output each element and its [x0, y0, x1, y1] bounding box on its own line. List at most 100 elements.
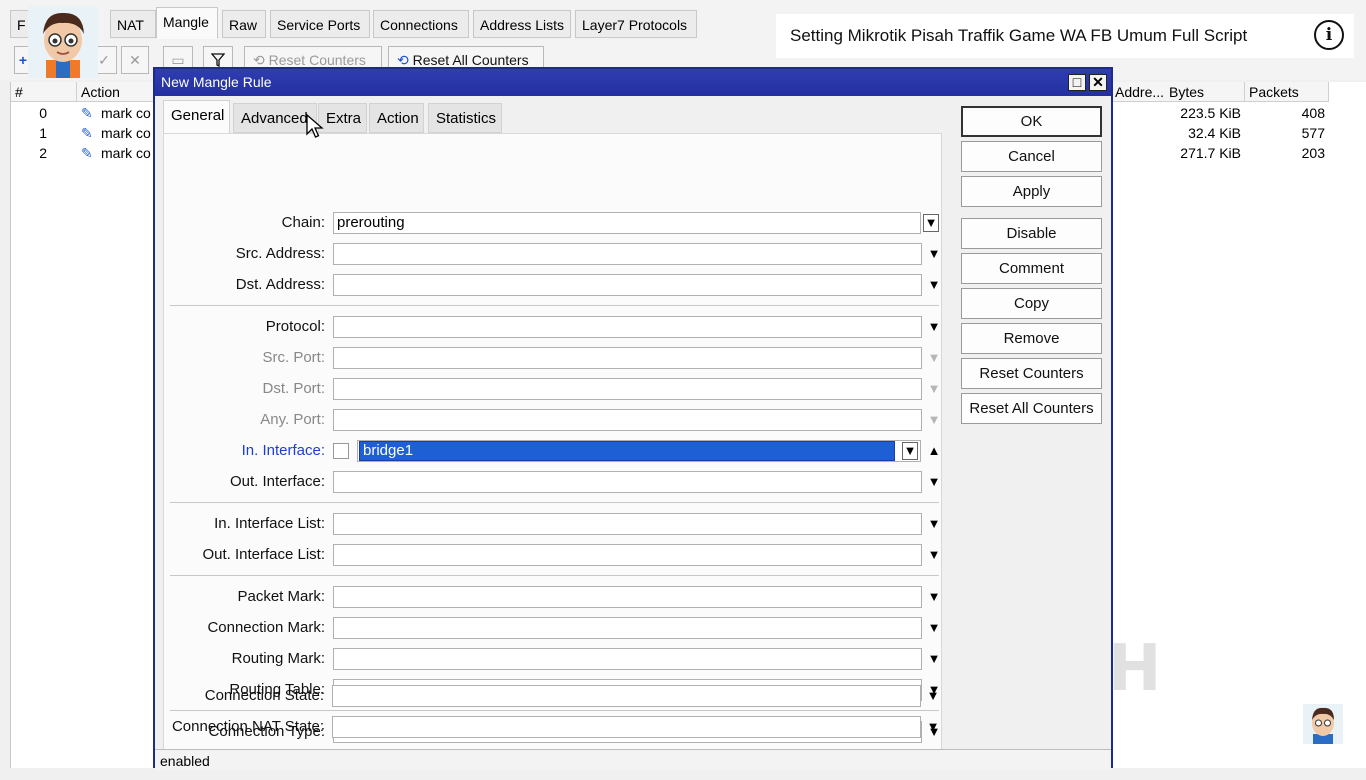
in-interface-list-field[interactable] [333, 513, 922, 535]
comment-button[interactable]: Comment [961, 253, 1102, 284]
in-interface-negate-checkbox[interactable] [333, 443, 349, 459]
reset-counters-label: Reset Counters [268, 52, 366, 68]
header-packets[interactable]: Packets [1245, 82, 1329, 102]
out-interface-label: Out. Interface: [229, 473, 325, 490]
reset-all-counters-button[interactable]: Reset All Counters [961, 393, 1102, 424]
connection-mark-field[interactable] [333, 617, 922, 639]
connection-nat-state-label: Connection NAT State: [171, 718, 324, 735]
in-interface-value[interactable]: bridge1 [359, 441, 895, 461]
routing-mark-field[interactable] [333, 648, 922, 670]
out-interface-list-field[interactable] [333, 544, 922, 566]
connection-state-field[interactable] [332, 685, 921, 707]
reset-all-counters-label: Reset All Counters [412, 52, 529, 68]
row-1-bytes: 32.4 KiB [1188, 125, 1241, 141]
dropdown-icon[interactable]: ▼ [926, 546, 942, 564]
status-bar: enabled [155, 749, 1111, 770]
dropdown-icon[interactable]: ▼ [925, 718, 941, 736]
row-2-action[interactable]: mark co [101, 143, 155, 163]
out-interface-list-label: Out. Interface List: [202, 546, 325, 563]
dropdown-icon[interactable]: ▼ [926, 515, 942, 533]
dialog-titlebar[interactable]: New Mangle Rule □ ✕ [155, 69, 1111, 96]
tab-advanced[interactable]: Advanced [233, 103, 317, 133]
src-address-field[interactable] [333, 243, 922, 265]
tab-raw[interactable]: Raw [222, 10, 266, 38]
pencil-icon: ✎ [81, 105, 93, 121]
tab-connections[interactable]: Connections [373, 10, 469, 38]
video-title-banner: Setting Mikrotik Pisah Traffik Game WA F… [776, 14, 1354, 58]
src-port-field[interactable] [333, 347, 922, 369]
row-2-number: 2 [39, 145, 47, 161]
in-interface-list-label: In. Interface List: [214, 515, 325, 532]
row-0-number: 0 [39, 105, 47, 121]
header-action[interactable]: Action [77, 82, 155, 102]
row-2-bytes: 271.7 KiB [1180, 145, 1241, 161]
dropdown-icon[interactable]: ▼ [926, 473, 942, 491]
tab-statistics[interactable]: Statistics [428, 103, 502, 133]
row-0-action[interactable]: mark co [101, 103, 155, 123]
connection-nat-state-field[interactable] [332, 716, 921, 738]
dropdown-icon: ▼ [927, 381, 941, 396]
collapse-up-icon[interactable]: ▲ [926, 442, 942, 460]
connection-state-label: Connection State: [204, 687, 324, 704]
dropdown-icon[interactable]: ▼ [902, 442, 918, 460]
dropdown-icon[interactable]: ▼ [923, 214, 939, 232]
packet-mark-label: Packet Mark: [237, 588, 325, 605]
dropdown-icon[interactable]: ▼ [926, 318, 942, 336]
disable-button[interactable]: Disable [961, 218, 1102, 249]
remove-button[interactable]: Remove [961, 323, 1102, 354]
header-number[interactable]: # [11, 82, 77, 102]
tab-extra[interactable]: Extra [318, 103, 367, 133]
dropdown-icon[interactable]: ▼ [926, 650, 942, 668]
header-address[interactable]: Addre... [1111, 82, 1169, 102]
out-interface-field[interactable] [333, 471, 922, 493]
info-icon[interactable]: i [1314, 20, 1344, 50]
in-interface-field[interactable]: bridge1 [357, 440, 921, 462]
src-address-label: Src. Address: [235, 245, 325, 262]
dropdown-icon[interactable]: ▼ [926, 588, 942, 606]
apply-button[interactable]: Apply [961, 176, 1102, 207]
video-title: Setting Mikrotik Pisah Traffik Game WA F… [790, 26, 1248, 45]
dropdown-icon[interactable]: ▼ [926, 276, 942, 294]
in-interface-label[interactable]: In. Interface: [164, 440, 325, 462]
dst-port-label: Dst. Port: [262, 380, 325, 397]
tab-address-lists[interactable]: Address Lists [473, 10, 571, 38]
tab-general[interactable]: General [163, 100, 230, 134]
mouse-cursor-icon [306, 113, 324, 140]
dst-address-field[interactable] [333, 274, 922, 296]
channel-avatar [28, 6, 98, 78]
connection-mark-label: Connection Mark: [207, 619, 325, 636]
tab-action[interactable]: Action [369, 103, 424, 133]
routing-mark-label: Routing Mark: [231, 650, 325, 667]
dropdown-icon[interactable]: ▼ [925, 687, 941, 705]
dropdown-icon[interactable]: ▼ [926, 245, 942, 263]
separator [170, 710, 939, 711]
chain-field[interactable]: prerouting [333, 212, 921, 234]
separator [170, 305, 939, 306]
tab-layer7-protocols[interactable]: Layer7 Protocols [575, 10, 697, 38]
maximize-icon[interactable]: □ [1068, 74, 1086, 91]
pencil-icon: ✎ [81, 125, 93, 141]
dropdown-icon[interactable]: ▼ [926, 619, 942, 637]
dst-port-field[interactable] [333, 378, 922, 400]
tab-mangle[interactable]: Mangle [156, 7, 218, 39]
disable-x-icon[interactable]: ✕ [121, 46, 149, 74]
separator [170, 575, 939, 576]
copy-button[interactable]: Copy [961, 288, 1102, 319]
any-port-field[interactable] [333, 409, 922, 431]
ok-button[interactable]: OK [961, 106, 1102, 137]
reset-counters-button[interactable]: Reset Counters [961, 358, 1102, 389]
packet-mark-field[interactable] [333, 586, 922, 608]
row-0-packets: 408 [1301, 105, 1325, 121]
tab-service-ports[interactable]: Service Ports [270, 10, 370, 38]
header-bytes[interactable]: Bytes [1165, 82, 1245, 102]
channel-avatar-small [1303, 704, 1343, 744]
protocol-field[interactable] [333, 316, 922, 338]
new-mangle-rule-dialog: New Mangle Rule □ ✕ General Advanced Ext… [153, 67, 1113, 770]
src-port-label: Src. Port: [262, 349, 325, 366]
close-icon[interactable]: ✕ [1089, 74, 1107, 91]
chain-label: Chain: [281, 214, 325, 231]
tab-nat[interactable]: NAT [110, 10, 156, 38]
row-1-action[interactable]: mark co [101, 123, 155, 143]
general-form: Chain: prerouting ▼ Src. Address: ▼ Dst.… [163, 133, 942, 753]
cancel-button[interactable]: Cancel [961, 141, 1102, 172]
